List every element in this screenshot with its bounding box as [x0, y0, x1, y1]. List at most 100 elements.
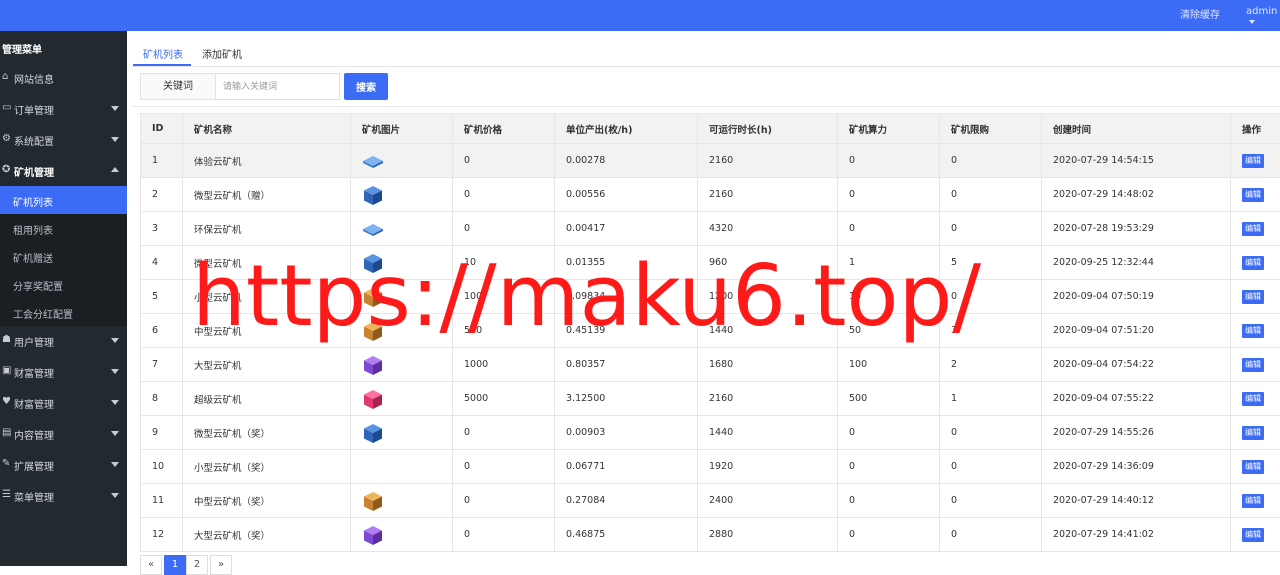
cell-id: 7	[141, 348, 183, 382]
sidebar-subitem-miner-gift[interactable]: 矿机赠送	[0, 242, 127, 270]
table-row: 3环保云矿机00.004174320002020-07-28 19:53:29编…	[141, 212, 1280, 246]
sidebar-subitem-miner-list[interactable]: 矿机列表	[0, 186, 127, 214]
cell-limit: 0	[940, 280, 1042, 314]
chevron-down-icon	[111, 137, 119, 142]
edit-button[interactable]: 编辑	[1242, 528, 1264, 542]
actions-cell: 编辑	[1231, 178, 1280, 212]
next-page-button[interactable]: »	[210, 555, 232, 575]
sidebar-subitem-label: 矿机赠送	[13, 250, 53, 265]
menu-icon: ☰	[2, 489, 11, 500]
cell-name: 微型云矿机（奖）	[183, 416, 351, 450]
sidebar-item-site-info[interactable]: ⌂ 网站信息	[0, 62, 127, 93]
edit-button[interactable]: 编辑	[1242, 392, 1264, 406]
actions-cell: 编辑	[1231, 212, 1280, 246]
cell-name: 小型云矿机（奖）	[183, 450, 351, 484]
users-icon: ☗	[2, 334, 11, 345]
cell-hours: 1440	[698, 314, 838, 348]
sidebar-item-label: 内容管理	[14, 427, 54, 442]
sidebar-item-extension-management[interactable]: ✎扩展管理	[0, 449, 127, 480]
cell-limit: 1	[940, 382, 1042, 416]
sidebar-item-label: 用户管理	[14, 334, 54, 349]
edit-button[interactable]: 编辑	[1242, 460, 1264, 474]
clear-cache-link[interactable]: 清除缓存	[1180, 6, 1220, 21]
cell-name: 大型云矿机	[183, 348, 351, 382]
sidebar-item-content-management[interactable]: ▤内容管理	[0, 418, 127, 449]
cell-output: 0.09834	[555, 280, 698, 314]
cell-output: 0.06771	[555, 450, 698, 484]
edit-button[interactable]: 编辑	[1242, 358, 1264, 372]
cell-name: 微型云矿机（赠）	[183, 178, 351, 212]
cell-power: 0	[838, 212, 940, 246]
cell-id: 2	[141, 178, 183, 212]
cell-hours: 2880	[698, 518, 838, 552]
tab-miner-list[interactable]: 矿机列表	[143, 46, 183, 61]
edit-button[interactable]: 编辑	[1242, 222, 1264, 236]
table-row: 10小型云矿机（奖）00.067711920002020-07-29 14:36…	[141, 450, 1280, 484]
cell-created: 2020-07-29 14:48:02	[1042, 178, 1231, 212]
cell-power: 0	[838, 484, 940, 518]
actions-cell: 编辑	[1231, 518, 1280, 552]
cell-hours: 1440	[698, 416, 838, 450]
cell-power: 0	[838, 518, 940, 552]
edit-button[interactable]: 编辑	[1242, 290, 1264, 304]
cell-price: 0	[453, 212, 555, 246]
tab-add-miner[interactable]: 添加矿机	[202, 46, 242, 61]
edit-button[interactable]: 编辑	[1242, 324, 1264, 338]
cell-id: 9	[141, 416, 183, 450]
edit-button[interactable]: 编辑	[1242, 494, 1264, 508]
sidebar-item-user-management[interactable]: ☗用户管理	[0, 325, 127, 356]
home-icon: ⌂	[2, 71, 8, 82]
miner-table: ID矿机名称矿机图片矿机价格单位产出(枚/h)可运行时长(h)矿机算力矿机限购创…	[140, 113, 1280, 552]
miner-image	[362, 286, 384, 308]
chevron-down-icon	[111, 431, 119, 436]
user-menu[interactable]: admin	[1246, 6, 1280, 28]
page-button[interactable]: 2	[186, 555, 208, 575]
sidebar-item-wealth-management[interactable]: ▣财富管理	[0, 356, 127, 387]
table-row: 6中型云矿机5000.4513914405032020-09-04 07:51:…	[141, 314, 1280, 348]
column-header: 矿机图片	[351, 114, 453, 144]
search-button[interactable]: 搜索	[344, 73, 388, 100]
miner-icon: ✪	[2, 164, 10, 175]
chevron-down-icon	[111, 106, 119, 111]
sidebar-subitem-rent-list[interactable]: 租用列表	[0, 214, 127, 242]
cell-power: 100	[838, 348, 940, 382]
sidebar-item-label: 扩展管理	[14, 458, 54, 473]
sidebar-subitem-share-reward-config[interactable]: 分享奖配置	[0, 270, 127, 298]
column-header: 矿机算力	[838, 114, 940, 144]
edit-button[interactable]: 编辑	[1242, 154, 1264, 168]
sidebar-item-wealth-management-2[interactable]: ♥财富管理	[0, 387, 127, 418]
sidebar-item-label: 财富管理	[14, 365, 54, 380]
cell-created: 2020-07-29 14:55:26	[1042, 416, 1231, 450]
cell-hours: 1920	[698, 450, 838, 484]
cell-price: 0	[453, 518, 555, 552]
miner-image	[362, 490, 384, 512]
edit-button[interactable]: 编辑	[1242, 426, 1264, 440]
sidebar-item-label: 网站信息	[14, 71, 54, 86]
cell-name: 大型云矿机（奖）	[183, 518, 351, 552]
sidebar-item-system-config[interactable]: ⚙系统配置	[0, 124, 127, 155]
sidebar-item-order-management[interactable]: ▭订单管理	[0, 93, 127, 124]
sidebar-item-menu-management[interactable]: ☰菜单管理	[0, 480, 127, 511]
cell-created: 2020-07-28 19:53:29	[1042, 212, 1231, 246]
chevron-down-icon	[111, 462, 119, 467]
sidebar-subitem-union-dividend-config[interactable]: 工会分红配置	[0, 298, 127, 326]
sidebar-item-label: 菜单管理	[14, 489, 54, 504]
edit-button[interactable]: 编辑	[1242, 188, 1264, 202]
keyword-input[interactable]	[215, 73, 340, 100]
prev-page-button[interactable]: «	[140, 555, 162, 575]
cell-id: 1	[141, 144, 183, 178]
actions-cell: 编辑	[1231, 314, 1280, 348]
cell-hours: 1680	[698, 348, 838, 382]
sidebar-item-miner-management[interactable]: ✪矿机管理	[0, 155, 127, 186]
divider	[132, 106, 1280, 107]
cell-hours: 1200	[698, 280, 838, 314]
column-header: 单位产出(枚/h)	[555, 114, 698, 144]
page-button-current[interactable]: 1	[164, 555, 186, 575]
edit-button[interactable]: 编辑	[1242, 256, 1264, 270]
active-tab-indicator	[133, 64, 191, 66]
cell-id: 10	[141, 450, 183, 484]
cell-limit: 5	[940, 246, 1042, 280]
cell-price: 0	[453, 178, 555, 212]
money-icon: ▣	[2, 365, 11, 376]
actions-cell: 编辑	[1231, 348, 1280, 382]
